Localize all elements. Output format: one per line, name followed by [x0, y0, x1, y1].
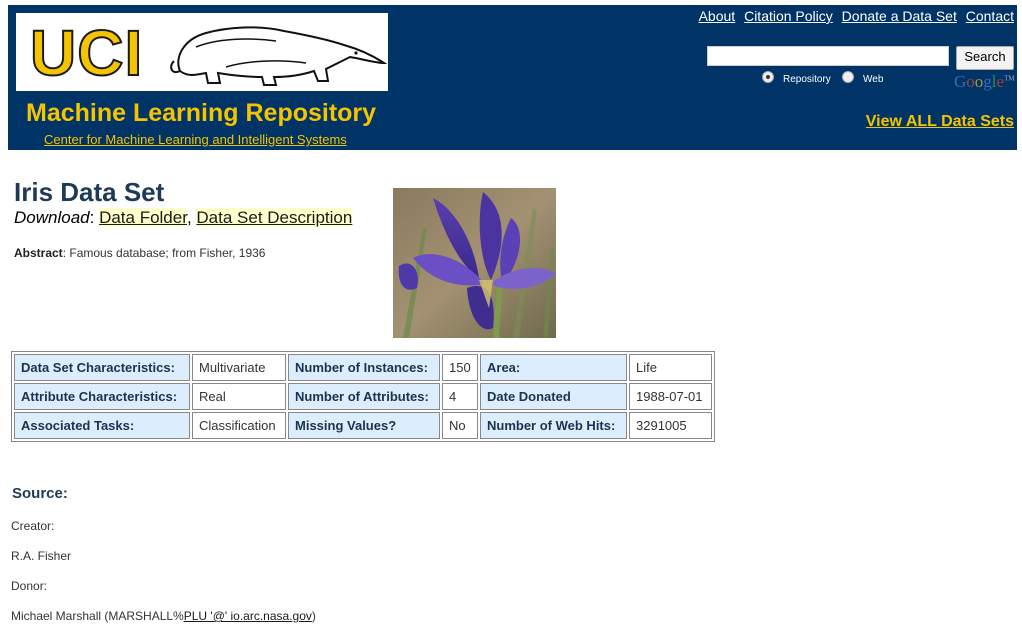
table-value-cell: 3291005 [629, 412, 712, 439]
table-key-cell: Data Set Characteristics: [14, 354, 190, 381]
table-key-cell: Date Donated [480, 383, 627, 410]
table-value-cell: 150 [442, 354, 478, 381]
nav-citation-policy-link[interactable]: Citation Policy [744, 8, 833, 24]
repository-radio-label: Repository [783, 74, 831, 85]
table-key-cell: Associated Tasks: [14, 412, 190, 439]
iris-flower-image [393, 188, 556, 338]
donor-name: Michael Marshall (MARSHALL% [11, 609, 184, 623]
table-key-cell: Area: [480, 354, 627, 381]
abstract-label: Abstract [14, 246, 63, 260]
table-row: Attribute Characteristics: Real Number o… [14, 383, 712, 410]
abstract: Abstract: Famous database; from Fisher, … [14, 246, 266, 260]
nav-about-link[interactable]: About [699, 8, 736, 24]
donor-suffix: ) [311, 609, 316, 623]
table-value-cell: Real [192, 383, 286, 410]
top-nav: About Citation Policy Donate a Data Set … [694, 8, 1014, 24]
anteater-logo-icon [170, 26, 388, 86]
donor-label: Donor: [11, 579, 48, 593]
donor-line: Michael Marshall (MARSHALL%PLU '@' io.ar… [11, 609, 316, 623]
repository-radio[interactable] [762, 71, 774, 83]
creator-name: R.A. Fisher [11, 549, 72, 563]
search-input[interactable] [707, 46, 949, 66]
dataset-characteristics-table: Data Set Characteristics: Multivariate N… [11, 351, 715, 442]
table-value-cell: No [442, 412, 478, 439]
google-tm-mark: TM [1004, 74, 1015, 83]
source-heading: Source: [12, 485, 68, 502]
abstract-text: Famous database; from Fisher, 1936 [69, 246, 266, 260]
dataset-description-link[interactable]: Data Set Description [196, 208, 353, 227]
table-value-cell: Multivariate [192, 354, 286, 381]
uci-logo-text: UCI [29, 17, 144, 89]
creator-label: Creator: [11, 519, 55, 533]
table-value-cell: Classification [192, 412, 286, 439]
repository-title: Machine Learning Repository [26, 99, 377, 127]
table-row: Data Set Characteristics: Multivariate N… [14, 354, 712, 381]
google-logo: GoogleTM [954, 72, 1015, 91]
table-key-cell: Missing Values? [288, 412, 440, 439]
site-header: UCI Machine Learning Repository Center f… [8, 5, 1017, 150]
cmlis-link[interactable]: Center for Machine Learning and Intellig… [44, 132, 347, 147]
nav-contact-link[interactable]: Contact [966, 8, 1014, 24]
web-radio[interactable] [842, 71, 854, 83]
table-value-cell: 4 [442, 383, 478, 410]
web-radio-label: Web [863, 74, 884, 85]
data-folder-link[interactable]: Data Folder [99, 208, 187, 227]
table-key-cell: Number of Attributes: [288, 383, 440, 410]
view-all-datasets-link[interactable]: View ALL Data Sets [866, 113, 1014, 131]
table-key-cell: Number of Web Hits: [480, 412, 627, 439]
download-links: Download: Data Folder, Data Set Descript… [14, 208, 353, 227]
table-key-cell: Number of Instances: [288, 354, 440, 381]
table-key-cell: Attribute Characteristics: [14, 383, 190, 410]
dataset-title: Iris Data Set [14, 177, 165, 207]
table-row: Associated Tasks: Classification Missing… [14, 412, 712, 439]
nav-donate-link[interactable]: Donate a Data Set [842, 8, 957, 24]
download-label: Download [14, 208, 90, 227]
uci-logo[interactable]: UCI [16, 13, 388, 91]
table-value-cell: Life [629, 354, 712, 381]
table-value-cell: 1988-07-01 [629, 383, 712, 410]
donor-email-link[interactable]: PLU '@' io.arc.nasa.gov [184, 609, 312, 623]
search-button[interactable]: Search [956, 46, 1014, 70]
